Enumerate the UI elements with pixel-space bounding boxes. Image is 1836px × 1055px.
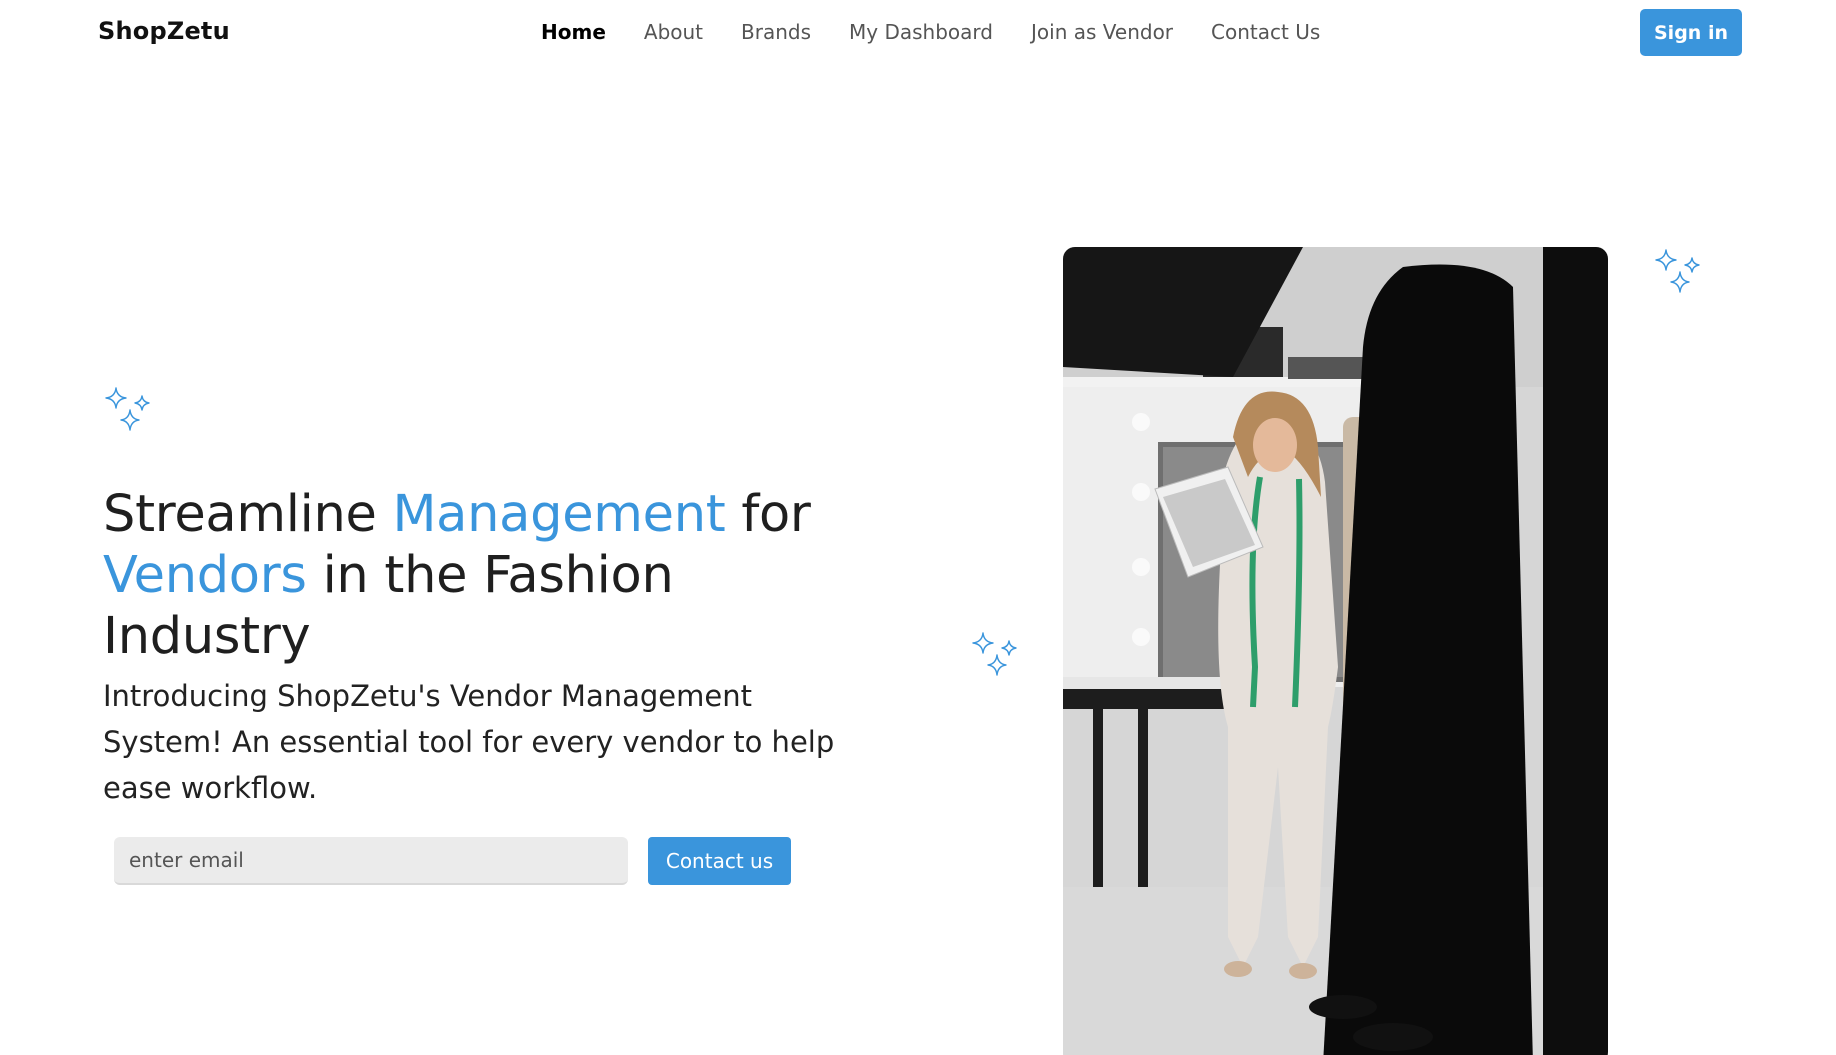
hero-title-accent-vendors: Vendors (103, 546, 307, 605)
hero-title: Streamline Management for Vendors in the… (103, 484, 883, 667)
nav-link-about[interactable]: About (644, 20, 703, 44)
nav-links: Home About Brands My Dashboard Join as V… (541, 20, 1320, 44)
nav-link-my-dashboard[interactable]: My Dashboard (849, 20, 993, 44)
brand-logo[interactable]: ShopZetu (98, 17, 230, 45)
email-signup-form: Contact us (114, 837, 791, 885)
sign-in-button[interactable]: Sign in (1640, 9, 1742, 56)
top-navbar: ShopZetu Home About Brands My Dashboard … (0, 0, 1836, 66)
email-input[interactable] (114, 837, 628, 885)
hero-section: Streamline Management for Vendors in the… (103, 484, 883, 811)
sparkle-icon (105, 387, 150, 431)
sparkle-icon (1655, 249, 1700, 293)
nav-link-contact-us[interactable]: Contact Us (1211, 20, 1320, 44)
hero-title-text: Streamline (103, 485, 393, 544)
hero-image (1063, 247, 1608, 1055)
contact-us-button[interactable]: Contact us (648, 837, 791, 885)
nav-link-brands[interactable]: Brands (741, 20, 811, 44)
fashion-designer-photo (1063, 247, 1608, 1055)
hero-title-accent-management: Management (392, 485, 726, 544)
hero-title-text: for (725, 485, 811, 544)
hero-subtitle: Introducing ShopZetu's Vendor Management… (103, 679, 835, 805)
nav-link-join-as-vendor[interactable]: Join as Vendor (1031, 20, 1173, 44)
sparkle-icon (972, 632, 1017, 676)
nav-link-home[interactable]: Home (541, 20, 606, 44)
